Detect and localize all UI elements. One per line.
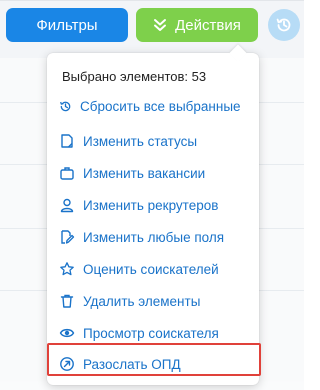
actions-dropdown: Выбрано элементов: 53 Сбросить все выбра…: [47, 44, 261, 385]
menu-item-rate-candidates[interactable]: Оценить соискателей: [55, 257, 251, 281]
reset-selection-item[interactable]: Сбросить все выбранные: [55, 94, 251, 118]
double-chevron-down-icon: [154, 19, 167, 31]
menu-item-change-vacancies[interactable]: Изменить вакансии: [55, 161, 251, 185]
menu-item-label: Просмотр соискателя: [83, 325, 219, 341]
menu-item-label: Изменить рекрутеров: [83, 197, 219, 213]
trash-icon: [60, 294, 74, 308]
menu-item-view-candidate[interactable]: Просмотр соискателя: [55, 321, 251, 345]
filters-button[interactable]: Фильтры: [6, 8, 128, 42]
actions-button[interactable]: Действия: [136, 8, 258, 42]
briefcase-icon: [60, 167, 74, 180]
menu-item-change-fields[interactable]: Изменить любые поля: [55, 225, 251, 249]
menu-item-label: Изменить любые поля: [83, 229, 225, 245]
star-icon: [60, 262, 74, 276]
history-button[interactable]: [268, 9, 300, 41]
edit-fields-icon: [61, 230, 75, 244]
menu-item-delete-elements[interactable]: Удалить элементы: [55, 289, 251, 313]
top-divider: [0, 0, 304, 1]
menu-item-change-recruiters[interactable]: Изменить рекрутеров: [55, 193, 251, 217]
actions-button-label: Действия: [175, 16, 241, 34]
dropdown-arrow: [229, 44, 247, 62]
reset-history-icon: [60, 101, 71, 111]
filters-button-label: Фильтры: [36, 16, 98, 34]
menu-item-change-statuses[interactable]: Изменить статусы: [55, 129, 251, 153]
highlight-frame: [47, 343, 261, 376]
selected-count: Выбрано элементов: 53: [62, 69, 207, 84]
menu-item-label: Изменить статусы: [83, 133, 198, 149]
reset-selection-label: Сбросить все выбранные: [80, 98, 241, 114]
eye-icon: [59, 328, 75, 338]
menu-item-label: Оценить соискателей: [83, 261, 219, 277]
document-icon: [61, 134, 73, 148]
history-icon: [276, 18, 291, 32]
user-icon: [60, 198, 74, 213]
menu-item-label: Удалить элементы: [83, 293, 201, 309]
screen: Фильтры Действия Выбрано элементов: 53 С…: [0, 0, 304, 390]
menu-item-label: Изменить вакансии: [83, 165, 206, 181]
